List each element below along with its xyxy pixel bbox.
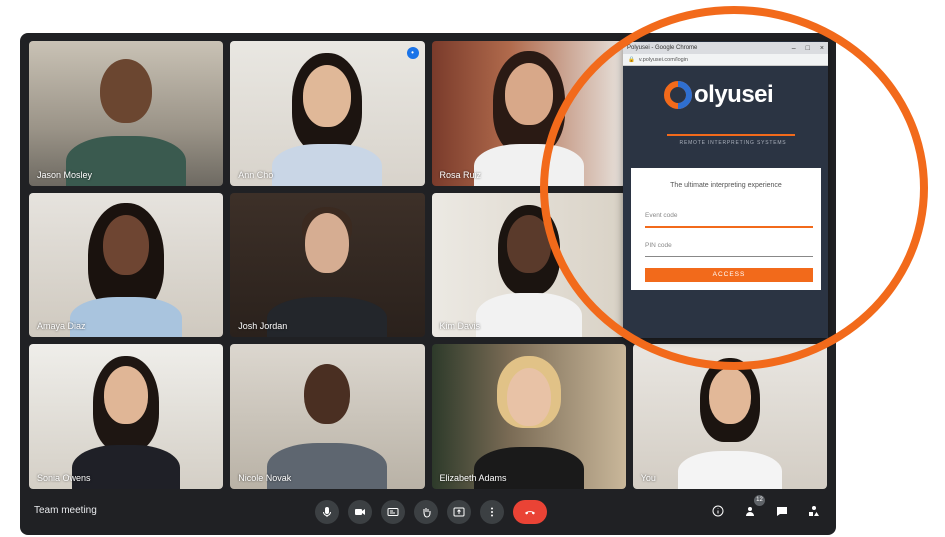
- mic-button[interactable]: [315, 500, 339, 524]
- captions-icon: [387, 508, 399, 516]
- raise-hand-button[interactable]: [414, 500, 438, 524]
- participant-name: Kim Davis: [439, 321, 481, 332]
- camera-button[interactable]: [348, 500, 372, 524]
- speaking-indicator-icon: •: [406, 47, 419, 59]
- polyusei-logo: olyusei: [663, 80, 774, 110]
- participant-tile[interactable]: Nicole Novak: [230, 344, 425, 489]
- participant-name: You: [640, 473, 656, 483]
- login-card: The ultimate interpreting experience Eve…: [631, 168, 821, 290]
- participant-name: Amaya Diaz: [37, 321, 86, 332]
- activities-icon: [809, 506, 819, 516]
- captions-button[interactable]: [381, 500, 405, 524]
- mic-icon: [323, 507, 331, 517]
- participant-tile[interactable]: You: [632, 344, 827, 489]
- lock-icon: 🔒: [628, 56, 635, 63]
- participant-tile[interactable]: Ann Cho •: [230, 41, 425, 186]
- participant-name: Elizabeth Adams: [439, 473, 507, 483]
- access-button[interactable]: ACCESS: [645, 268, 813, 282]
- chat-icon: [777, 507, 787, 516]
- address-bar[interactable]: 🔒 v.polyusei.com/login: [623, 54, 828, 66]
- participant-name: Rosa Ruiz: [439, 169, 482, 180]
- polyusei-logo-mark-icon: [664, 81, 692, 109]
- participant-name: Jason Mosley: [37, 169, 93, 180]
- participant-name: Josh Jordan: [238, 321, 288, 332]
- people-icon: [746, 507, 754, 516]
- camera-icon: [355, 509, 365, 515]
- logo-text: olyusei: [694, 81, 774, 108]
- pin-code-field[interactable]: PIN code: [645, 242, 813, 257]
- window-title: Polyusei - Google Chrome: [627, 45, 698, 51]
- meeting-title: Team meeting: [34, 505, 97, 516]
- minimize-icon[interactable]: –: [792, 45, 796, 52]
- present-button[interactable]: [447, 500, 471, 524]
- more-options-button[interactable]: [480, 500, 504, 524]
- activities-button[interactable]: [806, 503, 822, 519]
- end-call-icon: [525, 511, 535, 515]
- close-icon[interactable]: ×: [820, 45, 824, 52]
- window-controls: – □ ×: [792, 45, 824, 52]
- login-browser-window: Polyusei - Google Chrome – □ × 🔒 v.polyu…: [623, 42, 828, 338]
- participant-name: Nicole Novak: [238, 473, 292, 483]
- meeting-toolbar: Team meeting 12: [20, 491, 836, 535]
- end-call-button[interactable]: [513, 500, 547, 524]
- maximize-icon[interactable]: □: [806, 45, 810, 52]
- call-controls: [315, 500, 547, 524]
- participant-name: Sonia Owens: [37, 473, 91, 483]
- meeting-info-button[interactable]: [710, 503, 726, 519]
- participant-tile[interactable]: Rosa Ruiz: [431, 41, 626, 186]
- participant-tile[interactable]: Josh Jordan: [230, 192, 425, 338]
- info-icon: [712, 505, 724, 517]
- chat-button[interactable]: [774, 503, 790, 519]
- present-icon: [453, 507, 465, 517]
- more-icon: [491, 507, 493, 517]
- participant-tile[interactable]: Jason Mosley: [29, 41, 224, 186]
- people-button[interactable]: 12: [742, 495, 765, 519]
- event-code-field[interactable]: Event code: [645, 212, 813, 228]
- participant-tile[interactable]: Elizabeth Adams: [431, 344, 626, 489]
- participant-count-badge: 12: [754, 495, 765, 506]
- window-titlebar: Polyusei - Google Chrome – □ ×: [623, 42, 828, 54]
- logo-underline: [667, 134, 795, 136]
- logo-tagline: REMOTE INTERPRETING SYSTEMS: [679, 140, 787, 146]
- login-heading: The ultimate interpreting experience: [670, 182, 782, 189]
- participant-name: Ann Cho: [238, 169, 274, 180]
- participant-tile[interactable]: Amaya Diaz: [29, 192, 224, 338]
- url-text: v.polyusei.com/login: [638, 56, 688, 63]
- participant-tile[interactable]: Sonia Owens: [29, 344, 224, 489]
- raise-hand-icon: [423, 508, 431, 518]
- participant-tile[interactable]: Kim Davis: [431, 192, 626, 338]
- side-controls: 12: [710, 495, 822, 519]
